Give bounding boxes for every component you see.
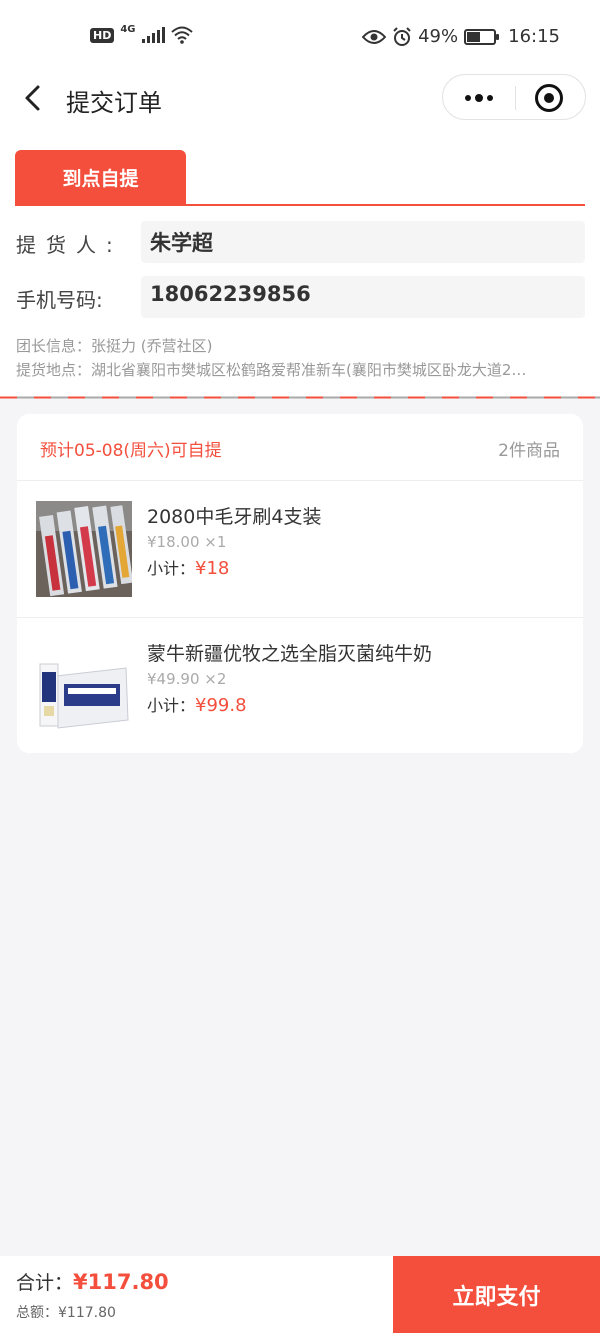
phone-label: 手机号码: — [16, 288, 103, 312]
hd-badge: HD — [90, 27, 115, 43]
toothbrush-image — [36, 501, 132, 597]
sum-amount: 总额：¥117.80 — [16, 1305, 116, 1321]
tab-pickup[interactable]: 到点自提 — [15, 150, 186, 204]
item-count: 2件商品 — [498, 441, 560, 461]
dashed-divider — [0, 396, 600, 399]
order-item: 蒙牛新疆优牧之选全脂灭菌纯牛奶 ¥49.90 ×2 小计：¥99.8 — [17, 617, 583, 753]
pickup-address: 提货地点：湖北省襄阳市樊城区松鹤路爱帮准新车(襄阳市樊城区卧龙大道2… — [16, 361, 527, 379]
subtotal-amount: ¥99.8 — [195, 695, 247, 716]
order-item: 2080中毛牙刷4支装 ¥18.00 ×1 小计：¥18 — [17, 481, 583, 617]
signal-icon — [141, 27, 165, 43]
battery-icon — [464, 28, 500, 45]
item-subtotal: 小计：¥18 — [147, 555, 229, 579]
status-right: 49% 16:15 — [362, 26, 560, 47]
clock: 16:15 — [508, 26, 560, 47]
nav-bar: 提交订单 — [0, 74, 600, 124]
status-left: HD 4G — [90, 23, 193, 44]
pay-now-button[interactable]: 立即支付 — [393, 1256, 600, 1333]
receiver-row: 提货人: 朱学超 — [0, 221, 600, 263]
item-price: ¥18.00 ×1 — [147, 533, 227, 551]
miniapp-capsule — [442, 74, 586, 120]
checkout-bar: 合计：¥117.80 总额：¥117.80 立即支付 — [0, 1256, 600, 1333]
phone-row: 手机号码: 18062239856 — [0, 276, 600, 318]
item-price: ¥49.90 ×2 — [147, 670, 227, 688]
back-arrow-icon[interactable] — [20, 84, 48, 112]
receiver-field[interactable]: 朱学超 — [141, 221, 585, 263]
eye-icon — [362, 29, 387, 44]
wifi-icon — [170, 26, 193, 44]
more-dots-icon[interactable] — [443, 75, 515, 121]
total-line: 合计：¥117.80 — [16, 1268, 169, 1295]
order-card: 预计05-08(周六)可自提 2件商品 2080中毛牙刷4支装 ¥18.00 ×… — [17, 414, 583, 753]
tab-underline — [15, 204, 585, 206]
total-amount: ¥117.80 — [73, 1270, 169, 1294]
milk-box-image — [36, 638, 132, 734]
alarm-icon — [393, 26, 411, 46]
item-name: 蒙牛新疆优牧之选全脂灭菌纯牛奶 — [147, 643, 433, 665]
battery-percent: 49% — [418, 26, 459, 47]
item-subtotal: 小计：¥99.8 — [147, 692, 247, 716]
subtotal-label: 小计： — [147, 696, 196, 715]
order-card-header: 预计05-08(周六)可自提 2件商品 — [17, 414, 583, 481]
item-name: 2080中毛牙刷4支装 — [147, 506, 322, 528]
subtotal-label: 小计： — [147, 559, 196, 578]
total-label: 合计： — [16, 1272, 74, 1294]
leader-info: 团长信息：张挺力 (乔营社区) — [16, 337, 213, 355]
close-miniapp-icon[interactable] — [513, 75, 585, 121]
receiver-label: 提货人: — [16, 233, 123, 257]
phone-field[interactable]: 18062239856 — [141, 276, 585, 318]
pickup-date: 预计05-08(周六)可自提 — [40, 441, 222, 461]
network-type: 4G — [120, 23, 136, 35]
status-bar: HD 4G 49% 16:15 — [0, 22, 600, 56]
subtotal-amount: ¥18 — [195, 558, 230, 579]
page-title: 提交订单 — [66, 89, 162, 117]
